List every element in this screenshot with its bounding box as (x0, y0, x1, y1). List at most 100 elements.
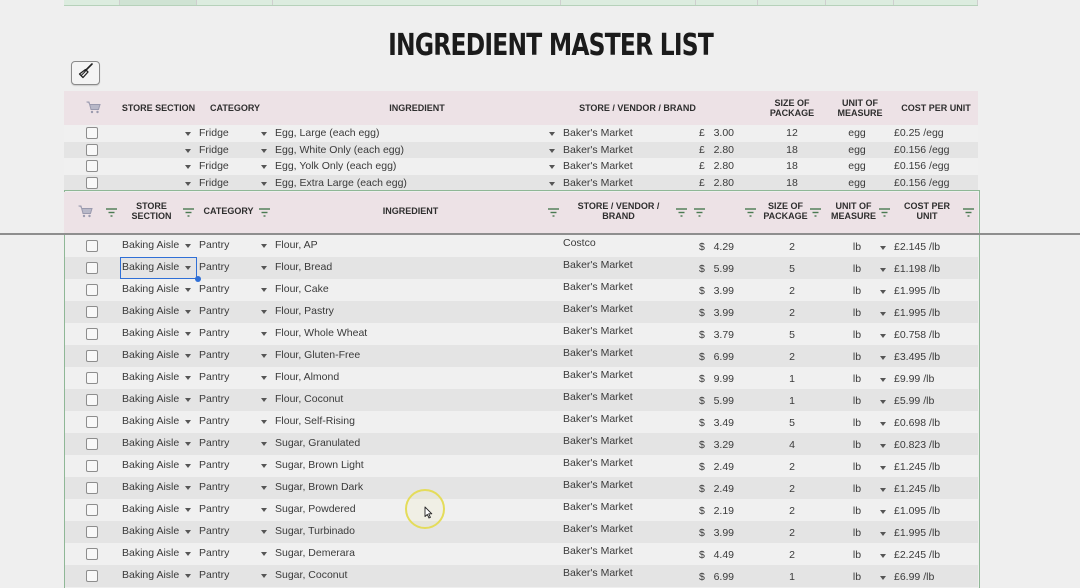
vendor-cell[interactable]: Costco (563, 237, 596, 249)
dropdown-arrow-icon[interactable] (185, 165, 191, 169)
ingredient-cell[interactable]: Flour, Gluten-Free (275, 349, 360, 361)
dropdown-arrow-icon[interactable] (185, 244, 191, 248)
store-section-cell[interactable]: Baking Aisle (122, 503, 179, 515)
ingredient-cell[interactable]: Sugar, Coconut (275, 569, 347, 581)
dropdown-arrow-icon[interactable] (880, 576, 886, 580)
dropdown-arrow-icon[interactable] (549, 132, 555, 136)
dropdown-arrow-icon[interactable] (185, 354, 191, 358)
col-vendor[interactable]: STORE / VENDOR / BRAND (561, 103, 714, 113)
dropdown-arrow-icon[interactable] (549, 165, 555, 169)
category-cell[interactable]: Pantry (199, 481, 229, 493)
dropdown-arrow-icon[interactable] (880, 268, 886, 272)
unit-cell[interactable]: lb (826, 395, 888, 407)
package-size-cell[interactable]: 18 (758, 160, 826, 172)
store-section-cell[interactable]: Baking Aisle (122, 349, 179, 361)
package-size-cell[interactable]: 2 (758, 505, 826, 517)
store-section-cell[interactable]: Baking Aisle (122, 481, 179, 493)
ingredient-cell[interactable]: Flour, Almond (275, 371, 339, 383)
dropdown-arrow-icon[interactable] (261, 132, 267, 136)
store-section-cell[interactable]: Baking Aisle (122, 459, 179, 471)
package-size-cell[interactable]: 2 (758, 483, 826, 495)
unit-cell[interactable]: lb (826, 527, 888, 539)
store-section-cell[interactable]: Baking Aisle (122, 305, 179, 317)
package-size-cell[interactable]: 1 (758, 373, 826, 385)
filter-icon[interactable] (676, 208, 687, 217)
vendor-cell[interactable]: Baker's Market (563, 479, 633, 491)
category-cell[interactable]: Pantry (199, 393, 229, 405)
row-checkbox[interactable] (86, 570, 98, 582)
row-checkbox[interactable] (86, 394, 98, 406)
package-size-cell[interactable]: 2 (758, 285, 826, 297)
package-size-cell[interactable]: 18 (758, 144, 826, 156)
price-cell[interactable]: 3.29 (710, 439, 734, 451)
ingredient-cell[interactable]: Egg, White Only (each egg) (275, 144, 404, 156)
dropdown-arrow-icon[interactable] (185, 181, 191, 186)
store-section-cell[interactable]: Baking Aisle (122, 239, 179, 251)
price-cell[interactable]: 3.99 (710, 285, 734, 297)
dropdown-arrow-icon[interactable] (185, 530, 191, 534)
package-size-cell[interactable]: 1 (758, 395, 826, 407)
dropdown-arrow-icon[interactable] (549, 148, 555, 153)
row-checkbox[interactable] (86, 328, 98, 340)
col2-ingredient[interactable]: INGREDIENT (273, 206, 548, 216)
dropdown-arrow-icon[interactable] (261, 244, 267, 248)
price-cell[interactable]: 3.99 (710, 307, 734, 319)
col2-unit[interactable]: UNIT OF MEASURE (826, 201, 881, 221)
ingredient-cell[interactable]: Flour, AP (275, 239, 318, 251)
ingredient-cell[interactable]: Sugar, Demerara (275, 547, 355, 559)
price-cell[interactable]: 2.80 (710, 144, 734, 156)
ingredient-cell[interactable]: Sugar, Brown Light (275, 459, 364, 471)
row-checkbox[interactable] (86, 350, 98, 362)
unit-cell[interactable]: lb (826, 439, 888, 451)
ingredient-cell[interactable]: Egg, Large (each egg) (275, 127, 380, 139)
vendor-cell[interactable]: Baker's Market (563, 160, 633, 172)
dropdown-arrow-icon[interactable] (261, 508, 267, 512)
row-checkbox[interactable] (86, 482, 98, 494)
dropdown-arrow-icon[interactable] (185, 552, 191, 556)
vendor-cell[interactable]: Baker's Market (563, 259, 633, 271)
vendor-cell[interactable]: Baker's Market (563, 523, 633, 535)
vendor-cell[interactable]: Baker's Market (563, 369, 633, 381)
dropdown-arrow-icon[interactable] (261, 332, 267, 336)
vendor-cell[interactable]: Baker's Market (563, 567, 633, 579)
package-size-cell[interactable]: 5 (758, 417, 826, 429)
dropdown-arrow-icon[interactable] (880, 378, 886, 382)
row-checkbox[interactable] (86, 416, 98, 428)
vendor-cell[interactable]: Baker's Market (563, 391, 633, 403)
col-store-section[interactable]: STORE SECTION (120, 103, 197, 113)
vendor-cell[interactable]: Baker's Market (563, 127, 633, 139)
filter-icon[interactable] (259, 208, 270, 217)
dropdown-arrow-icon[interactable] (880, 312, 886, 316)
category-cell[interactable]: Pantry (199, 327, 229, 339)
category-cell[interactable]: Pantry (199, 349, 229, 361)
vendor-cell[interactable]: Baker's Market (563, 501, 633, 513)
package-size-cell[interactable]: 2 (758, 351, 826, 363)
dropdown-arrow-icon[interactable] (261, 354, 267, 358)
dropdown-arrow-icon[interactable] (185, 574, 191, 578)
package-size-cell[interactable]: 1 (758, 571, 826, 583)
filter-icon[interactable] (183, 208, 194, 217)
row-checkbox[interactable] (86, 127, 98, 139)
dropdown-arrow-icon[interactable] (261, 552, 267, 556)
row-checkbox[interactable] (86, 262, 98, 274)
dropdown-arrow-icon[interactable] (261, 420, 267, 424)
dropdown-arrow-icon[interactable] (261, 398, 267, 402)
vendor-cell[interactable]: Baker's Market (563, 435, 633, 447)
ingredient-cell[interactable]: Sugar, Brown Dark (275, 481, 363, 493)
vendor-cell[interactable]: Baker's Market (563, 457, 633, 469)
store-section-cell[interactable]: Baking Aisle (122, 547, 179, 559)
dropdown-arrow-icon[interactable] (185, 376, 191, 380)
vendor-cell[interactable]: Baker's Market (563, 177, 633, 189)
category-cell[interactable]: Pantry (199, 547, 229, 559)
unit-cell[interactable]: lb (826, 549, 888, 561)
unit-cell[interactable]: lb (826, 329, 888, 341)
store-section-cell[interactable]: Baking Aisle (122, 525, 179, 537)
row-checkbox[interactable] (86, 240, 98, 252)
package-size-cell[interactable]: 2 (758, 307, 826, 319)
store-section-cell[interactable]: Baking Aisle (122, 393, 179, 405)
package-size-cell[interactable]: 5 (758, 263, 826, 275)
category-cell[interactable]: Fridge (199, 144, 229, 156)
row-checkbox[interactable] (86, 526, 98, 538)
category-cell[interactable]: Fridge (199, 127, 229, 139)
row-checkbox[interactable] (86, 306, 98, 318)
